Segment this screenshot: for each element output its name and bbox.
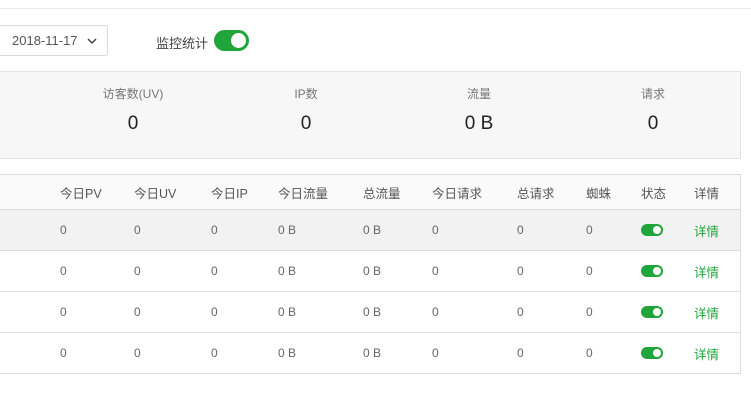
col-header-today-pv[interactable]: 今日PV xyxy=(60,175,102,209)
date-select[interactable]: 2018-11-17 xyxy=(0,25,108,56)
cell-detail: 详情 xyxy=(694,251,719,291)
toggle-knob xyxy=(231,33,246,48)
chevron-down-icon xyxy=(87,38,97,45)
toggle-knob xyxy=(653,349,661,357)
cell-status xyxy=(641,333,663,373)
col-header-today-requests[interactable]: 今日请求 xyxy=(432,175,482,209)
toggle-knob xyxy=(653,267,661,275)
cell-today-uv: 0 xyxy=(134,223,141,237)
stat-label: 请求 xyxy=(640,87,665,101)
cell-total-traffic: 0 B xyxy=(363,305,382,319)
detail-link[interactable]: 详情 xyxy=(694,303,719,322)
detail-link[interactable]: 详情 xyxy=(694,221,719,240)
cell-detail: 详情 xyxy=(694,292,719,332)
cell-total-requests: 0 xyxy=(517,305,524,319)
cell-total-requests: 0 xyxy=(517,346,524,360)
cell-today-traffic: 0 B xyxy=(278,305,297,319)
cell-today-requests: 0 xyxy=(432,346,439,360)
cell-today-ip: 0 xyxy=(211,264,218,278)
status-toggle[interactable] xyxy=(641,347,663,359)
cell-total-requests: 0 xyxy=(517,264,524,278)
top-divider xyxy=(0,8,751,9)
cell-today-pv: 0 xyxy=(60,346,67,360)
site-stats-table: 今日PV 今日UV 今日IP 今日流量 总流量 今日请求 总请求 蜘蛛 状态 详… xyxy=(0,174,741,374)
stat-label: IP数 xyxy=(294,87,318,101)
col-header-total-traffic[interactable]: 总流量 xyxy=(363,175,401,209)
stat-value: 0 B xyxy=(464,113,494,134)
detail-link[interactable]: 详情 xyxy=(694,344,719,363)
cell-today-traffic: 0 B xyxy=(278,223,297,237)
stat-label: 流量 xyxy=(466,87,491,101)
cell-today-ip: 0 xyxy=(211,223,218,237)
table-row: 0 0 0 0 B 0 B 0 0 0 详情 xyxy=(0,292,740,333)
table-row: 0 0 0 0 B 0 B 0 0 0 详情 xyxy=(0,210,740,251)
monitor-toggle[interactable] xyxy=(214,30,249,51)
status-toggle[interactable] xyxy=(641,224,663,236)
cell-status xyxy=(641,210,663,250)
cell-today-pv: 0 xyxy=(60,305,67,319)
col-header-detail: 详情 xyxy=(694,186,720,201)
cell-total-requests: 0 xyxy=(517,223,524,237)
cell-detail: 详情 xyxy=(694,210,719,250)
cell-today-requests: 0 xyxy=(432,305,439,319)
col-header-today-traffic[interactable]: 今日流量 xyxy=(278,175,328,209)
cell-today-requests: 0 xyxy=(432,223,439,237)
cell-today-uv: 0 xyxy=(134,305,141,319)
monitor-label: 监控统计 xyxy=(156,36,209,51)
stat-value: 0 xyxy=(647,113,659,134)
col-header-today-ip[interactable]: 今日IP xyxy=(211,175,248,209)
cell-today-traffic: 0 B xyxy=(278,346,297,360)
stat-value: 0 xyxy=(127,113,139,134)
cell-spider: 0 xyxy=(586,305,593,319)
cell-today-pv: 0 xyxy=(60,264,67,278)
cell-total-traffic: 0 B xyxy=(363,264,382,278)
stat-label: 访客数(UV) xyxy=(102,87,164,101)
table-row: 0 0 0 0 B 0 B 0 0 0 详情 xyxy=(0,333,740,374)
date-select-value: 2018-11-17 xyxy=(12,33,78,48)
cell-spider: 0 xyxy=(586,264,593,278)
cell-status xyxy=(641,292,663,332)
table-header: 今日PV 今日UV 今日IP 今日流量 总流量 今日请求 总请求 蜘蛛 状态 详… xyxy=(0,175,740,210)
cell-total-traffic: 0 B xyxy=(363,223,382,237)
cell-spider: 0 xyxy=(586,346,593,360)
cell-today-uv: 0 xyxy=(134,264,141,278)
cell-today-requests: 0 xyxy=(432,264,439,278)
cell-today-ip: 0 xyxy=(211,305,218,319)
status-toggle[interactable] xyxy=(641,306,663,318)
col-header-status: 状态 xyxy=(641,186,667,201)
col-header-today-uv[interactable]: 今日UV xyxy=(134,175,176,209)
cell-spider: 0 xyxy=(586,223,593,237)
summary-panel: 访客数(UV) 0 IP数 0 流量 0 B 请求 0 xyxy=(0,71,741,159)
col-header-spider[interactable]: 蜘蛛 xyxy=(586,175,611,209)
stat-value: 0 xyxy=(300,113,312,134)
detail-link[interactable]: 详情 xyxy=(694,262,719,281)
toggle-knob xyxy=(653,226,661,234)
toggle-knob xyxy=(653,308,661,316)
cell-today-traffic: 0 B xyxy=(278,264,297,278)
cell-today-ip: 0 xyxy=(211,346,218,360)
cell-detail: 详情 xyxy=(694,333,719,373)
table-row: 0 0 0 0 B 0 B 0 0 0 详情 xyxy=(0,251,740,292)
cell-today-uv: 0 xyxy=(134,346,141,360)
cell-status xyxy=(641,251,663,291)
col-header-total-requests[interactable]: 总请求 xyxy=(517,175,555,209)
status-toggle[interactable] xyxy=(641,265,663,277)
cell-total-traffic: 0 B xyxy=(363,346,382,360)
cell-today-pv: 0 xyxy=(60,223,67,237)
